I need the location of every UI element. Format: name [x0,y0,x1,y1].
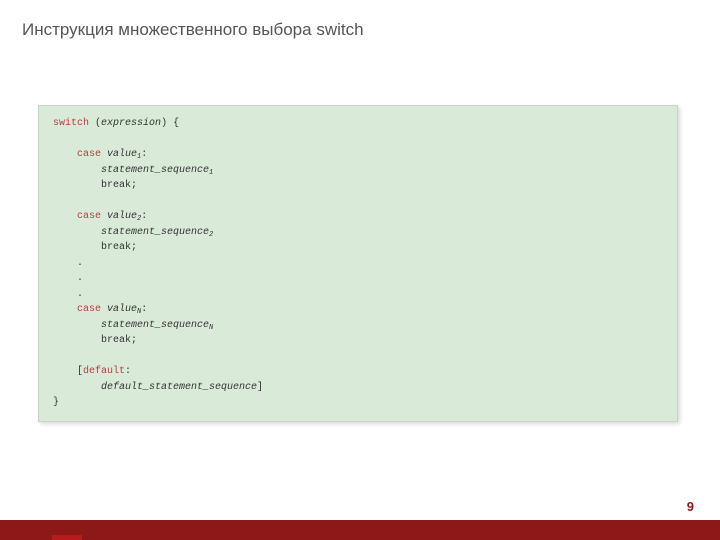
break-n: break; [53,333,663,349]
paren-close-brace: ) { [161,118,179,129]
keyword-switch: switch [53,118,89,129]
value-1: value1 [107,149,141,160]
break-1: break; [53,178,663,194]
footer-accent [52,535,82,540]
default-line: [default: [53,364,663,380]
code-block: switch (expression) { case value1: state… [38,105,678,422]
bracket-close: ] [257,382,263,393]
footer-bar [0,520,720,540]
keyword-case: case [77,149,101,160]
slide-title: Инструкция множественного выбора switch [22,20,364,40]
stmt-seq-1: statement_sequence1 [53,163,663,179]
expression: expression [101,118,161,129]
keyword-case: case [77,211,101,222]
ellipsis-dot: . [53,271,663,287]
code-line: case value2: [53,209,663,225]
page-number: 9 [687,499,694,514]
keyword-default: default [83,366,125,377]
break-2: break; [53,240,663,256]
colon: : [125,366,131,377]
colon: : [141,211,147,222]
code-line: switch (expression) { [53,116,663,132]
stmt-seq-n: statement_sequenceN [53,318,663,334]
value-n: valueN [107,304,141,315]
ellipsis-dot: . [53,256,663,272]
code-line: case value1: [53,147,663,163]
stmt-seq-2: statement_sequence2 [53,225,663,241]
colon: : [141,149,147,160]
keyword-case: case [77,304,101,315]
colon: : [141,304,147,315]
brace-close: } [53,395,663,411]
value-2: value2 [107,211,141,222]
default-stmt: default_statement_sequence] [53,380,663,396]
ellipsis-dot: . [53,287,663,303]
code-line: case valueN: [53,302,663,318]
